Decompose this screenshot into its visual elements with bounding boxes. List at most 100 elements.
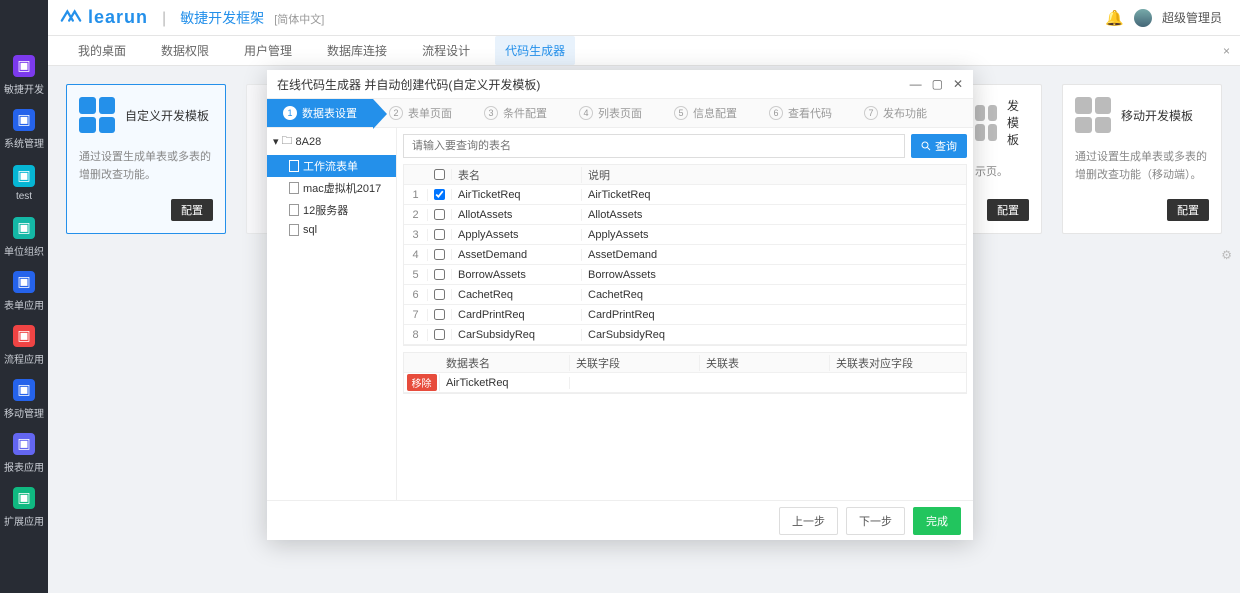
maximize-icon[interactable]: ▢	[932, 77, 943, 91]
tabs-close-icon[interactable]: ×	[1223, 44, 1230, 58]
app-title: 敏捷开发框架	[180, 8, 264, 28]
step-num-icon: 4	[579, 106, 593, 120]
select-all-checkbox[interactable]	[434, 169, 445, 180]
row-desc: BorrowAssets	[582, 269, 966, 281]
tree-node-1[interactable]: mac虚拟机2017	[267, 177, 396, 199]
sidebar-item-label: 敏捷开发	[4, 81, 44, 96]
row-checkbox[interactable]	[434, 229, 445, 240]
search-button[interactable]: 查询	[911, 134, 967, 158]
card-title: 发模板	[1007, 97, 1029, 148]
tab-3[interactable]: 数据库连接	[317, 36, 397, 65]
top-header: 官方 learun | 敏捷开发框架 [简体中文] 🔔 超级管理员	[0, 0, 1240, 36]
tab-2[interactable]: 用户管理	[234, 36, 302, 65]
folder-icon: 🗀	[282, 132, 293, 151]
sidebar-item-1[interactable]: ▣ 系统管理	[0, 102, 48, 156]
sidebar-item-7[interactable]: ▣报表应用	[0, 426, 48, 480]
sidebar-icon: ▣	[13, 217, 35, 239]
table-row[interactable]: 5BorrowAssetsBorrowAssets	[404, 265, 966, 285]
step-num-icon: 6	[769, 106, 783, 120]
sidebar-item-label: 系统管理	[4, 135, 44, 150]
template-card-0[interactable]: 自定义开发模板通过设置生成单表或多表的增删改查功能。配置	[66, 84, 226, 234]
table-row[interactable]: 3ApplyAssetsApplyAssets	[404, 225, 966, 245]
sidebar-icon: ▣	[13, 55, 35, 77]
tree-node-label: mac虚拟机2017	[303, 180, 381, 196]
sidebar-item-label: 单位组织	[4, 243, 44, 258]
wizard-step-6[interactable]: 7发布功能	[848, 99, 943, 127]
next-button[interactable]: 下一步	[846, 507, 905, 535]
done-button[interactable]: 完成	[913, 507, 961, 535]
row-checkbox[interactable]	[434, 329, 445, 340]
row-desc: AssetDemand	[582, 249, 966, 261]
row-index: 6	[404, 289, 428, 301]
sidebar-item-2[interactable]: ▣test	[0, 156, 48, 210]
sidebar-icon: ▣	[13, 165, 35, 187]
wizard-step-5[interactable]: 6查看代码	[753, 99, 848, 127]
tree-node-0[interactable]: 工作流表单	[267, 155, 396, 177]
tables-list: 表名说明 1AirTicketReqAirTicketReq2AllotAsset…	[403, 164, 967, 346]
tree-node-3[interactable]: sql	[267, 221, 396, 239]
tree-node-2[interactable]: 12服务器	[267, 199, 396, 221]
row-checkbox[interactable]	[434, 209, 445, 220]
table-row[interactable]: 4AssetDemandAssetDemand	[404, 245, 966, 265]
sidebar-item-6[interactable]: ▣移动管理	[0, 372, 48, 426]
sidebar-item-0[interactable]: ▣ 敏捷开发	[0, 48, 48, 102]
tab-0[interactable]: 我的桌面	[68, 36, 136, 65]
user-name[interactable]: 超级管理员	[1162, 9, 1222, 26]
tree-root[interactable]: ▾🗀8A28	[267, 128, 396, 155]
wizard-step-0[interactable]: 1数据表设置	[267, 99, 373, 127]
card-desc: 示页。	[975, 164, 1029, 199]
row-name: AssetDemand	[452, 249, 582, 261]
sidebar-icon: ▣	[13, 109, 35, 131]
card-config-button[interactable]: 配置	[171, 199, 213, 221]
card-icon	[1075, 97, 1111, 133]
table-row[interactable]: 6CachetReqCachetReq	[404, 285, 966, 305]
wizard-step-4[interactable]: 5信息配置	[658, 99, 753, 127]
col-name: 表名	[452, 167, 582, 183]
close-icon[interactable]: ✕	[953, 77, 963, 91]
sidebar-item-3[interactable]: ▣ 单位组织	[0, 210, 48, 264]
search-input[interactable]	[403, 134, 905, 158]
row-name: CarSubsidyReq	[452, 329, 582, 341]
selected-tables: 数据表名关联字段关联表关联表对应字段移除AirTicketReq	[403, 352, 967, 394]
remove-button[interactable]: 移除	[407, 374, 437, 391]
col-desc: 说明	[582, 167, 966, 183]
table-row[interactable]: 2AllotAssetsAllotAssets	[404, 205, 966, 225]
sidebar-item-5[interactable]: ▣流程应用	[0, 318, 48, 372]
table-row[interactable]: 7CardPrintReqCardPrintReq	[404, 305, 966, 325]
avatar[interactable]	[1134, 9, 1152, 27]
sidebar-item-label: 扩展应用	[4, 513, 44, 528]
table-row[interactable]: 1AirTicketReqAirTicketReq	[404, 185, 966, 205]
tab-5[interactable]: 代码生成器	[495, 36, 575, 65]
row-checkbox[interactable]	[434, 269, 445, 280]
sidebar-item-8[interactable]: ▣ 扩展应用	[0, 480, 48, 534]
table-row[interactable]: 8CarSubsidyReqCarSubsidyReq	[404, 325, 966, 345]
card-title: 自定义开发模板	[125, 107, 209, 124]
wizard-step-1[interactable]: 2表单页面	[373, 99, 468, 127]
row-checkbox[interactable]	[434, 289, 445, 300]
sidebar-item-label: 表单应用	[4, 297, 44, 312]
wizard-step-2[interactable]: 3条件配置	[468, 99, 563, 127]
minimize-icon[interactable]: —	[910, 77, 922, 91]
card-config-button[interactable]: 配置	[1167, 199, 1209, 221]
row-checkbox[interactable]	[434, 249, 445, 260]
template-card-3[interactable]: 移动开发模板通过设置生成单表或多表的增删改查功能（移动端）。配置	[1062, 84, 1222, 234]
row-name: ApplyAssets	[452, 229, 582, 241]
row-desc: CachetReq	[582, 289, 966, 301]
prev-button[interactable]: 上一步	[779, 507, 838, 535]
caret-icon: ▾	[273, 135, 279, 148]
sidebar-icon: ▣	[13, 487, 35, 509]
bell-icon[interactable]: 🔔	[1105, 9, 1124, 27]
row-checkbox[interactable]	[434, 189, 445, 200]
gear-icon[interactable]: ⚙	[1221, 248, 1232, 273]
tab-4[interactable]: 流程设计	[412, 36, 480, 65]
template-card-2[interactable]: 发模板示页。配置	[962, 84, 1042, 234]
row-checkbox[interactable]	[434, 309, 445, 320]
tree-pane: ▾🗀8A28工作流表单 mac虚拟机2017 12服务器sql	[267, 128, 397, 500]
selected-row: 移除AirTicketReq	[404, 373, 966, 393]
doc-icon	[289, 160, 299, 172]
card-config-button[interactable]: 配置	[987, 199, 1029, 221]
wizard-step-3[interactable]: 4列表页面	[563, 99, 658, 127]
sidebar-item-4[interactable]: ▣表单应用	[0, 264, 48, 318]
tab-1[interactable]: 数据权限	[151, 36, 219, 65]
step-label: 信息配置	[693, 105, 737, 121]
